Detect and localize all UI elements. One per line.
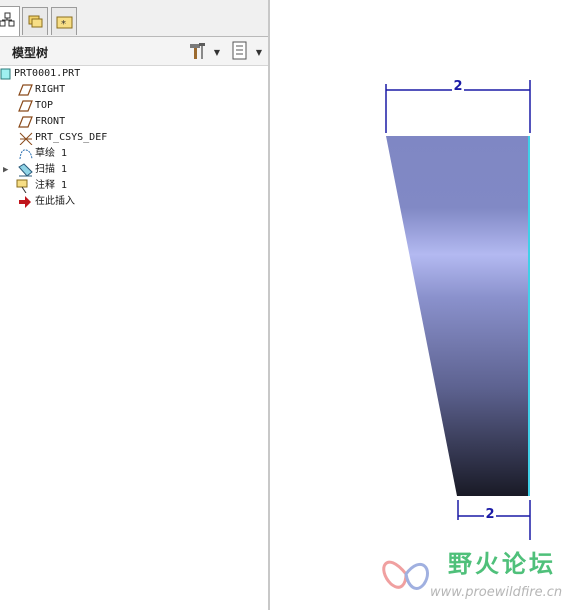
insert-here-arrow-icon (19, 196, 31, 208)
forum-logo-icon (382, 560, 429, 590)
tree-root-label: PRT0001.PRT (14, 68, 81, 79)
tree-item-label: 扫描 1 (35, 164, 68, 175)
model-tree-header: 模型树 ▼ ▼ (0, 37, 268, 66)
datum-plane-icon (18, 116, 33, 128)
watermark-url: www.proewildfire.cn (430, 585, 563, 600)
annotation-icon (16, 179, 28, 193)
graphics-window[interactable]: 2 2 (270, 0, 588, 610)
tree-item-label: 在此插入 (35, 196, 75, 207)
tree-filter-icon (232, 41, 247, 60)
datum-plane-icon (18, 84, 33, 96)
tree-item-right[interactable]: RIGHT (0, 82, 268, 98)
tree-item-annotation[interactable]: 注释 1 (0, 178, 268, 194)
model-tree: PRT0001.PRT RIGHT TOP FRONT PRT_CSYS_DEF… (0, 66, 268, 210)
tree-item-sweep[interactable]: ▶ 扫描 1 (0, 162, 268, 178)
chevron-down-icon: ▼ (255, 48, 262, 57)
show-dropdown-button[interactable]: ▼ (230, 41, 264, 61)
tree-item-label: FRONT (35, 116, 66, 127)
model-tree-icon (0, 12, 15, 27)
sweep-icon (18, 163, 33, 177)
model-tree-title: 模型树 (12, 46, 49, 60)
model-tree-panel: * 模型树 ▼ ▼ PRT0001.PRT RIGHT TOP FRONT PR… (0, 0, 268, 610)
tree-item-label: 注释 1 (35, 180, 68, 191)
tree-item-label: PRT_CSYS_DEF (35, 132, 108, 143)
expand-arrow-icon[interactable]: ▶ (3, 162, 8, 178)
tree-item-sketch[interactable]: 草绘 1 (0, 146, 268, 162)
folder-browser-icon (28, 15, 43, 28)
tree-item-front[interactable]: FRONT (0, 114, 268, 130)
sweep-solid[interactable] (386, 136, 530, 496)
settings-dropdown-button[interactable]: ▼ (188, 41, 222, 61)
svg-text:*: * (61, 19, 66, 30)
model-canvas[interactable] (270, 0, 588, 610)
tree-root-item[interactable]: PRT0001.PRT (0, 66, 268, 82)
hammer-tools-icon (190, 43, 205, 59)
tab-model-tree[interactable] (0, 6, 20, 36)
tree-item-label: 草绘 1 (35, 148, 68, 159)
navigator-tabstrip: * (0, 0, 268, 37)
tree-item-csys[interactable]: PRT_CSYS_DEF (0, 130, 268, 146)
favorites-folder-icon: * (56, 16, 73, 30)
tree-item-insert-here[interactable]: 在此插入 (0, 194, 268, 210)
tab-favorites[interactable]: * (51, 7, 77, 35)
tree-item-top[interactable]: TOP (0, 98, 268, 114)
datum-plane-icon (18, 100, 33, 112)
tree-item-label: TOP (35, 100, 54, 111)
tab-folder-browser[interactable] (22, 7, 48, 35)
dimension-label-top[interactable]: 2 (452, 80, 464, 94)
chevron-down-icon: ▼ (213, 48, 220, 57)
sketch-icon (19, 149, 33, 160)
tree-item-label: RIGHT (35, 84, 66, 95)
coordinate-system-icon (19, 132, 33, 145)
dimension-label-bottom[interactable]: 2 (484, 508, 496, 522)
watermark-title: 野火论坛 (448, 550, 556, 578)
